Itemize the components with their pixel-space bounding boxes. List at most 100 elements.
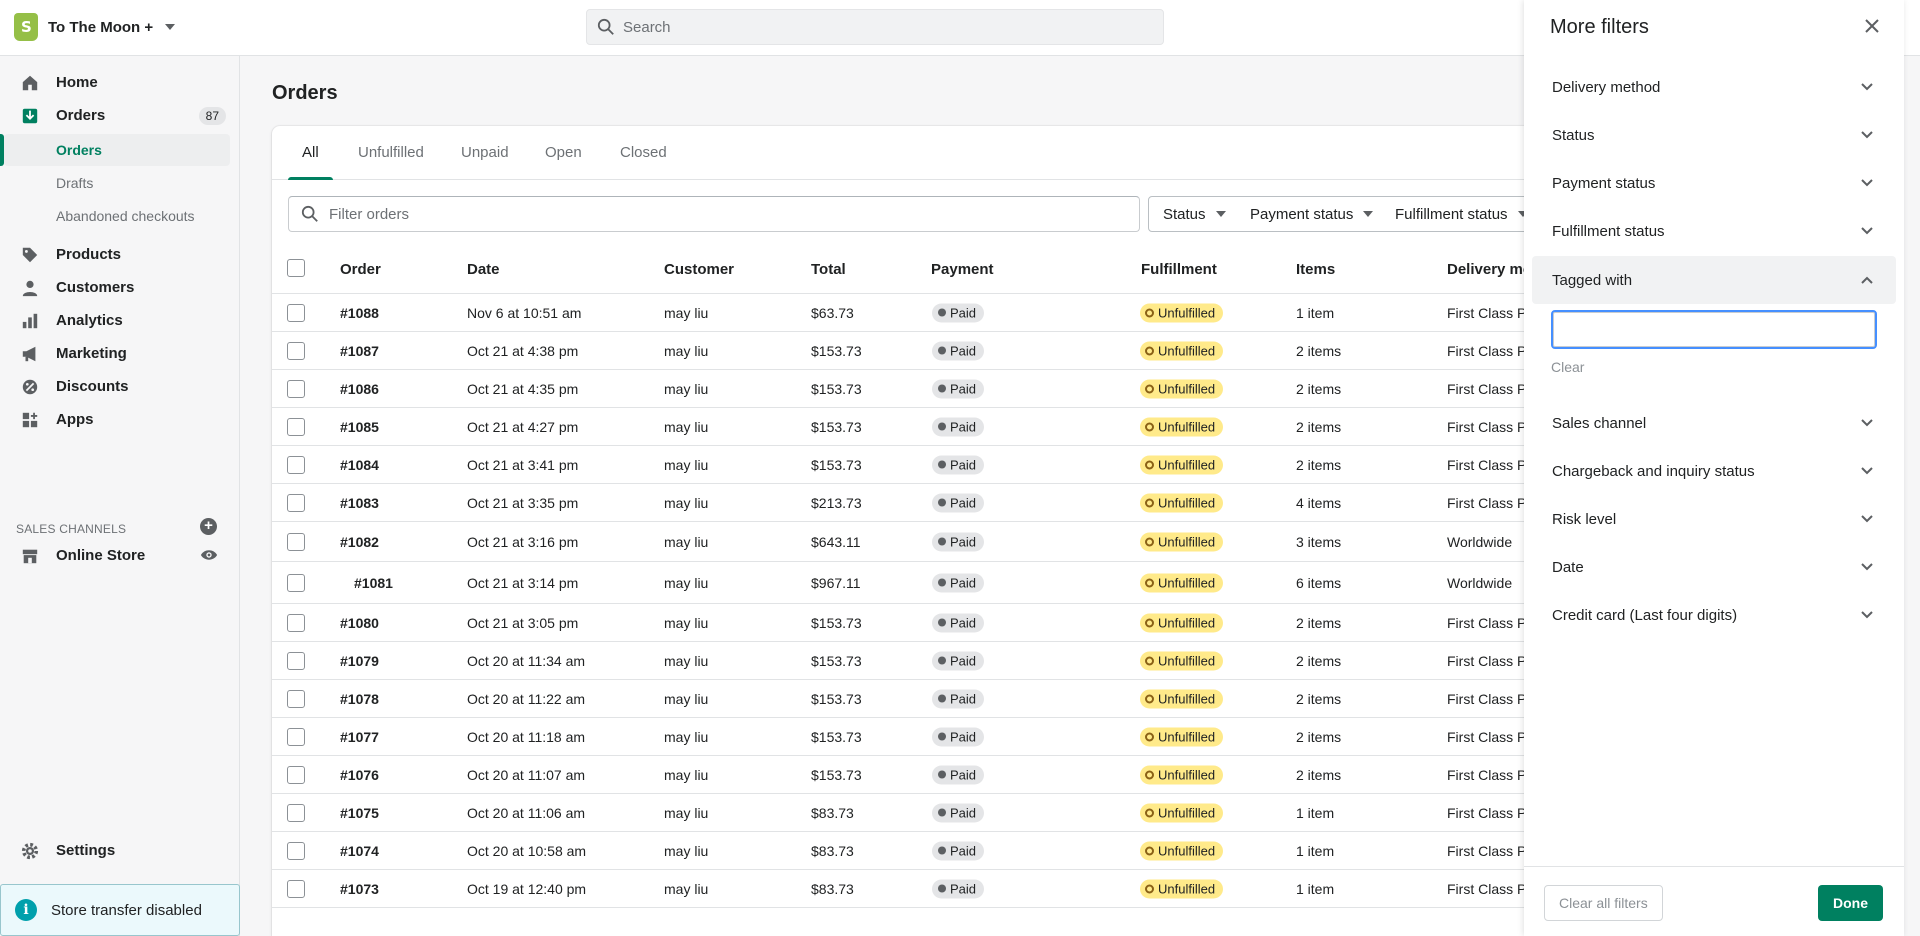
table-row[interactable]: #1084 Oct 21 at 3:41 pm may liu $153.73 Paid…	[272, 446, 1572, 484]
payment-status-filter-button[interactable]: Payment status	[1236, 196, 1389, 232]
filter-orders-input[interactable]: Filter orders	[288, 196, 1140, 232]
table-row[interactable]: #1075 Oct 20 at 11:06 am may liu $83.73 Paid…	[272, 794, 1572, 832]
nav-home[interactable]: Home	[0, 66, 240, 99]
store-switcher[interactable]: To The Moon +	[14, 13, 176, 41]
tab-all[interactable]: All	[288, 126, 333, 180]
delivery-method: First Class Pa	[1447, 804, 1535, 821]
row-checkbox[interactable]	[287, 493, 305, 512]
col-payment[interactable]: Payment	[931, 261, 994, 278]
row-checkbox[interactable]	[287, 651, 305, 670]
order-number[interactable]: #1084	[340, 457, 379, 473]
row-checkbox[interactable]	[287, 303, 305, 322]
row-checkbox[interactable]	[287, 841, 305, 860]
row-checkbox[interactable]	[287, 455, 305, 474]
search-input[interactable]: Search	[586, 9, 1164, 45]
table-row[interactable]: #1079 Oct 20 at 11:34 am may liu $153.73 Pai…	[272, 642, 1572, 680]
table-row[interactable]: #1080 Oct 21 at 3:05 pm may liu $153.73 Paid…	[272, 604, 1572, 642]
table-row[interactable]: #1087 Oct 21 at 4:38 pm may liu $153.73 Paid…	[272, 332, 1572, 370]
order-number[interactable]: #1078	[340, 691, 379, 707]
row-checkbox[interactable]	[287, 689, 305, 708]
tagged-with-input[interactable]	[1551, 310, 1877, 349]
fulfillment-status-filter-button[interactable]: Fulfillment status	[1381, 196, 1543, 232]
order-number[interactable]: #1085	[340, 419, 379, 435]
clear-all-filters-button[interactable]: Clear all filters	[1544, 885, 1663, 921]
select-all-checkbox[interactable]	[287, 259, 305, 277]
order-number[interactable]: #1080	[340, 615, 379, 631]
col-fulfillment[interactable]: Fulfillment	[1141, 261, 1217, 278]
tab-open[interactable]: Open	[545, 126, 582, 180]
order-number[interactable]: #1076	[340, 767, 379, 783]
done-button[interactable]: Done	[1818, 885, 1883, 921]
nav-marketing[interactable]: Marketing	[0, 337, 240, 370]
order-number[interactable]: #1077	[340, 729, 379, 745]
tab-closed[interactable]: Closed	[620, 126, 667, 180]
table-row[interactable]: #1086 Oct 21 at 4:35 pm may liu $153.73 Paid…	[272, 370, 1572, 408]
row-checkbox[interactable]	[287, 613, 305, 632]
nav-drafts[interactable]: Drafts	[0, 167, 240, 199]
row-checkbox[interactable]	[287, 573, 305, 592]
filter-section-fulfillment-status[interactable]: Fulfillment status	[1532, 207, 1896, 255]
order-number[interactable]: #1086	[340, 381, 379, 397]
col-total[interactable]: Total	[811, 261, 846, 278]
tab-unfulfilled[interactable]: Unfulfilled	[358, 126, 424, 180]
table-row[interactable]: #1073 Oct 19 at 12:40 pm may liu $83.73 Paid…	[272, 870, 1572, 908]
filter-section-credit-card-last-four-digits[interactable]: Credit card (Last four digits)	[1532, 591, 1896, 639]
row-checkbox[interactable]	[287, 727, 305, 746]
table-row[interactable]: #1081 Oct 21 at 3:14 pm may liu $967.11 Paid…	[272, 562, 1572, 604]
row-checkbox[interactable]	[287, 532, 305, 551]
nav-apps[interactable]: Apps	[0, 403, 240, 436]
filter-section-chargeback-and-inquiry-status[interactable]: Chargeback and inquiry status	[1532, 447, 1896, 495]
order-total: $153.73	[811, 456, 862, 473]
add-sales-channel-icon[interactable]: +	[200, 518, 217, 535]
view-store-eye-icon[interactable]	[200, 547, 218, 567]
table-row[interactable]: #1076 Oct 20 at 11:07 am may liu $153.73 Pai…	[272, 756, 1572, 794]
table-row[interactable]: #1077 Oct 20 at 11:18 am may liu $153.73 Pai…	[272, 718, 1572, 756]
filter-section-date[interactable]: Date	[1532, 543, 1896, 591]
close-icon[interactable]	[1860, 14, 1884, 38]
nav-products[interactable]: Products	[0, 238, 240, 271]
nav-analytics[interactable]: Analytics	[0, 304, 240, 337]
order-number[interactable]: #1075	[340, 805, 379, 821]
nav-orders-all[interactable]: Orders	[4, 134, 230, 166]
filter-section-payment-status[interactable]: Payment status	[1532, 159, 1896, 207]
order-number[interactable]: #1083	[340, 495, 379, 511]
order-number[interactable]: #1073	[340, 881, 379, 897]
order-number[interactable]: #1088	[340, 305, 379, 321]
tab-unpaid[interactable]: Unpaid	[461, 126, 509, 180]
table-row[interactable]: #1074 Oct 20 at 10:58 am may liu $83.73 Paid…	[272, 832, 1572, 870]
row-checkbox[interactable]	[287, 341, 305, 360]
order-number[interactable]: #1074	[340, 843, 379, 859]
table-row[interactable]: #1078 Oct 20 at 11:22 am may liu $153.73 Pai…	[272, 680, 1572, 718]
order-number[interactable]: #1082	[340, 534, 379, 550]
table-row[interactable]: #1085 Oct 21 at 4:27 pm may liu $153.73 Paid…	[272, 408, 1572, 446]
status-filter-button[interactable]: Status	[1148, 196, 1241, 232]
filter-section-delivery-method[interactable]: Delivery method	[1532, 63, 1896, 111]
row-checkbox[interactable]	[287, 879, 305, 898]
order-number[interactable]: #1081	[354, 575, 393, 591]
row-checkbox[interactable]	[287, 765, 305, 784]
filter-section-tagged-with[interactable]: Tagged with	[1532, 256, 1896, 304]
nav-abandoned-checkouts[interactable]: Abandoned checkouts	[0, 200, 240, 232]
nav-settings[interactable]: Settings	[0, 834, 240, 867]
nav-discounts[interactable]: Discounts	[0, 370, 240, 403]
nav-customers[interactable]: Customers	[0, 271, 240, 304]
row-checkbox[interactable]	[287, 803, 305, 822]
filter-section-sales-channel[interactable]: Sales channel	[1532, 399, 1896, 447]
col-items[interactable]: Items	[1296, 261, 1335, 278]
filter-section-risk-level[interactable]: Risk level	[1532, 495, 1896, 543]
col-customer[interactable]: Customer	[664, 261, 734, 278]
order-number[interactable]: #1079	[340, 653, 379, 669]
table-row[interactable]: #1083 Oct 21 at 3:35 pm may liu $213.73 Paid…	[272, 484, 1572, 522]
col-order[interactable]: Order	[340, 261, 381, 278]
row-checkbox[interactable]	[287, 417, 305, 436]
table-row[interactable]: #1082 Oct 21 at 3:16 pm may liu $643.11 Paid…	[272, 522, 1572, 562]
clear-tag-link[interactable]: Clear	[1551, 359, 1584, 375]
nav-analytics-label: Analytics	[56, 312, 123, 329]
col-delivery[interactable]: Delivery me	[1447, 261, 1531, 278]
nav-orders[interactable]: Orders 87	[0, 99, 240, 132]
table-row[interactable]: #1088 Nov 6 at 10:51 am may liu $63.73 Paid U…	[272, 294, 1572, 332]
col-date[interactable]: Date	[467, 261, 500, 278]
order-number[interactable]: #1087	[340, 343, 379, 359]
row-checkbox[interactable]	[287, 379, 305, 398]
filter-section-status[interactable]: Status	[1532, 111, 1896, 159]
